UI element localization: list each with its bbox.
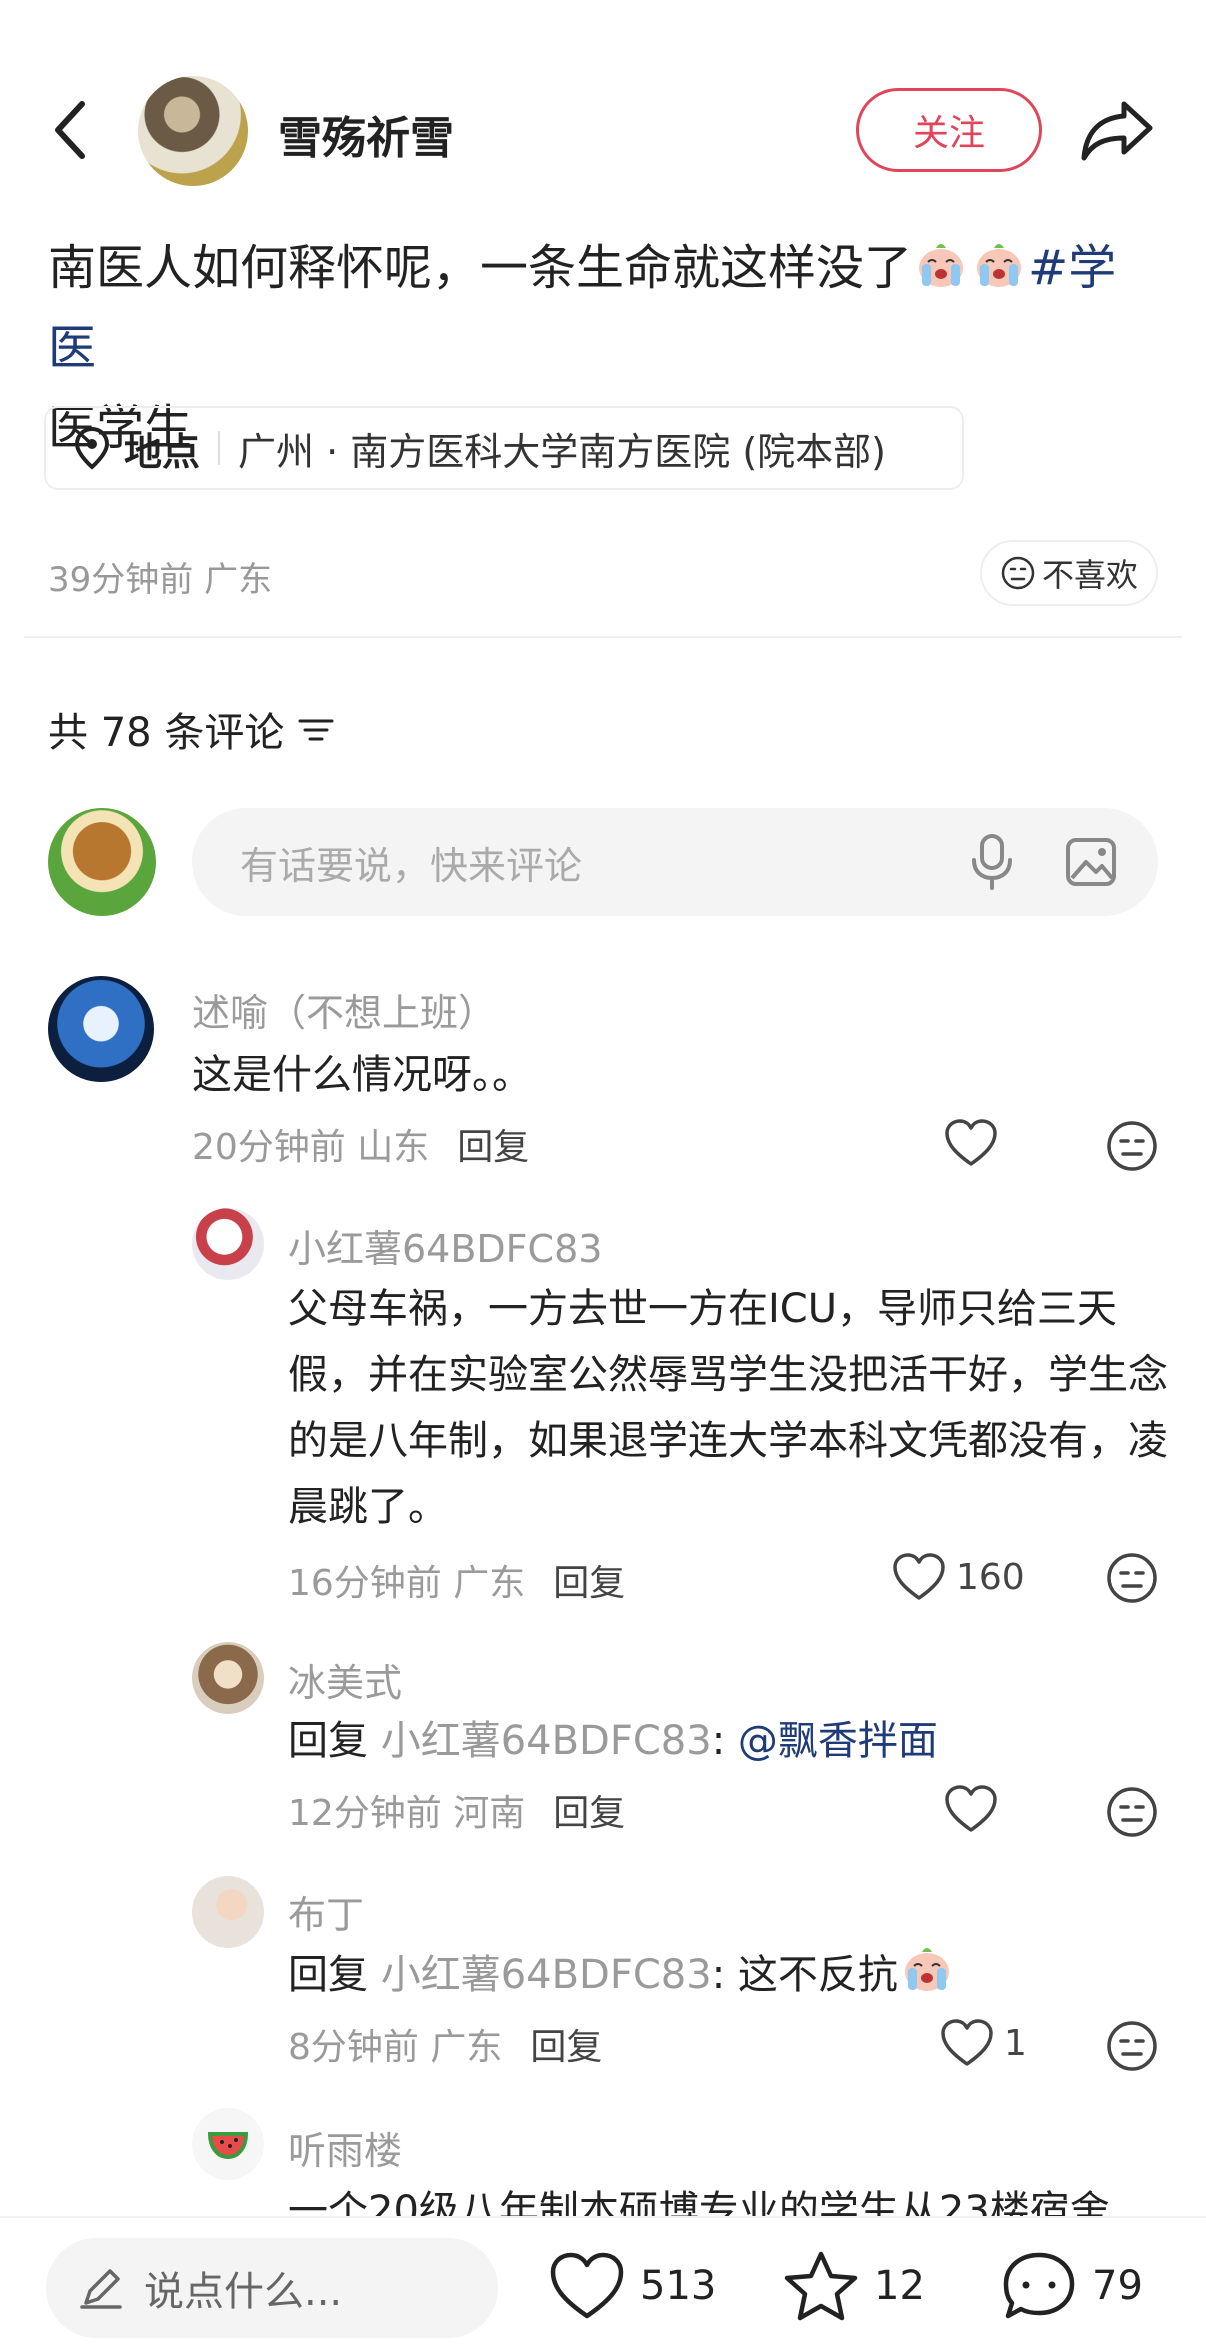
author-avatar[interactable] xyxy=(138,76,248,186)
comment-author[interactable]: 小红薯64BDFC83 xyxy=(288,1218,602,1273)
avatar[interactable] xyxy=(192,1642,264,1714)
comment-text: 回复 小红薯64BDFC83: 这不反抗 xyxy=(288,1942,1168,2008)
say-something-label: 说点什么... xyxy=(144,2269,343,2315)
comment-time-location: 20分钟前 山东 xyxy=(192,1127,430,1168)
comment-meta: 16分钟前 广东 回复 xyxy=(288,1554,625,1606)
reply-prefix: 回复 xyxy=(288,1952,368,1998)
comment-author[interactable]: 听雨楼 xyxy=(288,2120,402,2175)
comment-count-label: 共 78 条评论 xyxy=(48,710,285,756)
comment-time-location: 8分钟前 广东 xyxy=(288,2027,503,2068)
avatar xyxy=(48,808,156,916)
crying-emoji-icon xyxy=(904,1948,949,1991)
image-icon[interactable] xyxy=(1064,836,1118,888)
like-button[interactable]: 160 xyxy=(892,1552,1025,1602)
like-post-button[interactable]: 513 xyxy=(548,2250,716,2322)
reply-button[interactable]: 回复 xyxy=(530,2027,602,2068)
divider xyxy=(24,636,1182,638)
location-value: 广州 · 南方医科大学南方医院 (院本部) xyxy=(238,429,886,474)
comment-meta: 8分钟前 广东 回复 xyxy=(288,2018,602,2070)
reply-button[interactable]: 回复 xyxy=(553,1563,625,1604)
comment-text: 这是什么情况呀。。 xyxy=(192,1052,532,1098)
comment-time-location: 16分钟前 广东 xyxy=(288,1563,526,1604)
dislike-label: 不喜欢 xyxy=(1041,556,1138,594)
heart-icon xyxy=(893,1553,945,1600)
comment-text: 父母车祸，一方去世一方在ICU，导师只给三天假，并在实验室公然辱骂学生没把活干好… xyxy=(288,1286,1168,1530)
reply-text: 这不反抗 xyxy=(737,1952,898,1998)
avatar[interactable] xyxy=(192,1876,264,1948)
star-icon xyxy=(784,2251,858,2321)
favorite-count: 12 xyxy=(874,2263,925,2309)
heart-icon xyxy=(945,1119,997,1166)
heart-icon xyxy=(941,2019,993,2066)
reply-button[interactable]: 回复 xyxy=(457,1127,529,1168)
comment-time-location: 12分钟前 河南 xyxy=(288,1793,526,1834)
avatar[interactable] xyxy=(192,1208,264,1280)
comment-text: 回复 小红薯64BDFC83: @飘香拌面 xyxy=(288,1718,938,1764)
favorite-button[interactable]: 12 xyxy=(782,2250,925,2322)
chat-bubble-icon xyxy=(1003,2252,1075,2319)
crying-emoji-icon xyxy=(977,244,1022,287)
comment-author[interactable]: 冰美式 xyxy=(288,1652,402,1707)
comment-meta: 20分钟前 山东 回复 xyxy=(192,1118,529,1170)
location-label: 地点 xyxy=(124,429,201,474)
dislike-button[interactable]: 不喜欢 xyxy=(980,540,1158,606)
reply-prefix: 回复 xyxy=(288,1718,368,1764)
watermelon-icon xyxy=(208,2132,248,2160)
comment-count: 共 78 条评论 xyxy=(48,700,336,758)
location-pin-icon xyxy=(74,426,110,470)
neutral-face-icon[interactable] xyxy=(1106,2020,1158,2072)
like-button[interactable] xyxy=(944,1118,1008,1168)
like-button[interactable]: 1 xyxy=(940,2018,1027,2068)
comment-total: 79 xyxy=(1092,2263,1143,2309)
say-something-input[interactable]: 说点什么... xyxy=(46,2238,498,2338)
like-count: 513 xyxy=(640,2263,717,2309)
comment-author[interactable]: 述喻（不想上班） xyxy=(192,982,496,1037)
heart-icon xyxy=(945,1785,997,1832)
author-name[interactable]: 雪殇祈雪 xyxy=(278,102,454,166)
heart-icon xyxy=(550,2252,624,2319)
avatar[interactable] xyxy=(48,976,154,1082)
like-count: 160 xyxy=(956,1556,1025,1598)
like-count: 1 xyxy=(1004,2022,1027,2064)
pencil-icon xyxy=(80,2269,122,2309)
post-text-main: 南医人如何释怀呢，一条生命就这样没了 xyxy=(48,240,913,296)
comment-meta: 12分钟前 河南 回复 xyxy=(288,1784,625,1836)
reply-target[interactable]: 小红薯64BDFC83 xyxy=(381,1952,712,1998)
comment-author[interactable]: 布丁 xyxy=(288,1884,364,1939)
back-icon[interactable] xyxy=(50,98,90,162)
comments-button[interactable]: 79 xyxy=(1000,2250,1143,2322)
like-button[interactable] xyxy=(944,1784,1008,1834)
mention-link[interactable]: @飘香拌面 xyxy=(738,1718,938,1764)
follow-button[interactable]: 关注 xyxy=(856,88,1042,172)
sort-icon[interactable] xyxy=(296,711,336,747)
share-icon[interactable] xyxy=(1080,98,1156,162)
reply-target[interactable]: 小红薯64BDFC83 xyxy=(381,1718,712,1764)
neutral-face-icon[interactable] xyxy=(1106,1552,1158,1604)
neutral-face-icon[interactable] xyxy=(1106,1786,1158,1838)
location-card[interactable]: 地点 广州 · 南方医科大学南方医院 (院本部) xyxy=(44,406,964,490)
crying-emoji-icon xyxy=(919,244,964,287)
reply-button[interactable]: 回复 xyxy=(553,1793,625,1834)
mic-icon[interactable] xyxy=(968,832,1016,892)
post-meta: 39分钟前 广东 xyxy=(48,560,273,600)
neutral-face-icon[interactable] xyxy=(1106,1120,1158,1172)
divider xyxy=(218,431,221,465)
neutral-face-icon xyxy=(1001,556,1035,590)
